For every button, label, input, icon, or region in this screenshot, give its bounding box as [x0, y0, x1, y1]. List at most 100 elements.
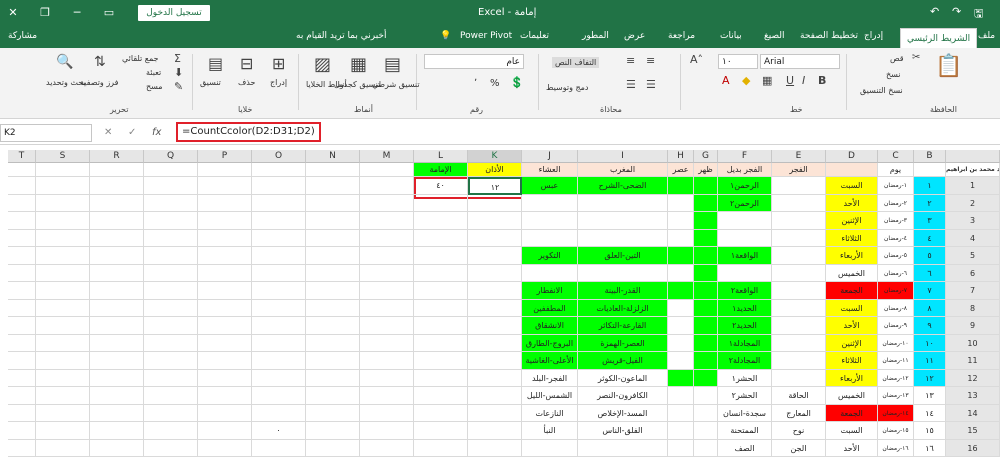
- cell-M10[interactable]: [360, 317, 414, 335]
- cell-J17[interactable]: [522, 440, 578, 457]
- cell-L6[interactable]: [414, 247, 468, 265]
- cell-P13[interactable]: [198, 370, 252, 388]
- column-header-M[interactable]: M: [360, 150, 414, 163]
- cell-K9[interactable]: [468, 300, 522, 318]
- insert-function-icon[interactable]: fx: [152, 127, 161, 138]
- cell-P4[interactable]: [198, 212, 252, 230]
- insert-cells-button[interactable]: إدراج: [270, 78, 287, 87]
- redo-icon[interactable]: ↷: [952, 5, 961, 18]
- cell-M11[interactable]: [360, 335, 414, 353]
- cell-R9[interactable]: [90, 300, 144, 318]
- cell-R15[interactable]: [90, 405, 144, 423]
- cell-P8[interactable]: [198, 282, 252, 300]
- format-cells-icon[interactable]: ▤: [208, 54, 223, 73]
- cell-J4[interactable]: [522, 212, 578, 230]
- cell-G16[interactable]: [694, 422, 718, 440]
- row-header-16[interactable]: 16: [946, 440, 1000, 457]
- cell-F4[interactable]: [718, 212, 772, 230]
- cell-C10[interactable]: ٩-رمضان: [878, 317, 914, 335]
- cell-F3[interactable]: الرحمن٢: [718, 195, 772, 213]
- cell-T2[interactable]: [8, 177, 36, 195]
- column-header-L[interactable]: L: [414, 150, 468, 163]
- cell-S14[interactable]: [36, 387, 90, 405]
- cell-C8[interactable]: ٧-رمضان: [878, 282, 914, 300]
- cell-E7[interactable]: [772, 265, 826, 283]
- cell-H2[interactable]: [668, 177, 694, 195]
- cell-J2[interactable]: عبس: [522, 177, 578, 195]
- cell-H9[interactable]: [668, 300, 694, 318]
- cell-N1[interactable]: [306, 163, 360, 177]
- delete-cells-button[interactable]: حذف: [238, 78, 255, 87]
- cell-P14[interactable]: [198, 387, 252, 405]
- cell-P16[interactable]: [198, 422, 252, 440]
- cell-T9[interactable]: [8, 300, 36, 318]
- cell-P6[interactable]: [198, 247, 252, 265]
- cell-D7[interactable]: الخميس: [826, 265, 878, 283]
- cell-D10[interactable]: الأحد: [826, 317, 878, 335]
- cell-F17[interactable]: الصف: [718, 440, 772, 457]
- restore-window-button[interactable]: ❐: [34, 4, 56, 22]
- cell-M6[interactable]: [360, 247, 414, 265]
- cell-I7[interactable]: [578, 265, 668, 283]
- cell-Q2[interactable]: [144, 177, 198, 195]
- cell-S17[interactable]: [36, 440, 90, 457]
- tab-file[interactable]: ملف: [978, 31, 995, 41]
- cell-C14[interactable]: ١٣-رمضان: [878, 387, 914, 405]
- column-header-P[interactable]: P: [198, 150, 252, 163]
- cut-icon[interactable]: ✂: [912, 52, 920, 63]
- select-all-corner[interactable]: [946, 150, 1000, 163]
- cell-Q15[interactable]: [144, 405, 198, 423]
- cell-C3[interactable]: ٢-رمضان: [878, 195, 914, 213]
- cell-G7[interactable]: [694, 265, 718, 283]
- cell-M9[interactable]: [360, 300, 414, 318]
- cell-F12[interactable]: المجادلة٢: [718, 352, 772, 370]
- column-header-Q[interactable]: Q: [144, 150, 198, 163]
- cell-G12[interactable]: [694, 352, 718, 370]
- cell-L16[interactable]: [414, 422, 468, 440]
- cell-K5[interactable]: [468, 230, 522, 248]
- number-format-select[interactable]: عام: [424, 54, 524, 69]
- accounting-format-icon[interactable]: 💲: [510, 76, 524, 89]
- cell-F7[interactable]: [718, 265, 772, 283]
- cell-T13[interactable]: [8, 370, 36, 388]
- cell-D1[interactable]: [826, 163, 878, 177]
- share-button[interactable]: مشاركة: [8, 31, 37, 41]
- cell-H16[interactable]: [668, 422, 694, 440]
- cell-F6[interactable]: الواقعة١: [718, 247, 772, 265]
- cell-M4[interactable]: [360, 212, 414, 230]
- cell-Q14[interactable]: [144, 387, 198, 405]
- cell-H3[interactable]: [668, 195, 694, 213]
- cell-D12[interactable]: الثلاثاء: [826, 352, 878, 370]
- row-header-5[interactable]: 5: [946, 247, 1000, 265]
- cell-C9[interactable]: ٨-رمضان: [878, 300, 914, 318]
- cell-B7[interactable]: ٦: [914, 265, 946, 283]
- cell-F1[interactable]: الفجر بديل: [718, 163, 772, 177]
- cell-T4[interactable]: [8, 212, 36, 230]
- cell-T15[interactable]: [8, 405, 36, 423]
- cell-K10[interactable]: [468, 317, 522, 335]
- cell-T7[interactable]: [8, 265, 36, 283]
- cell-O2[interactable]: [252, 177, 306, 195]
- cell-F16[interactable]: الممتحنة: [718, 422, 772, 440]
- cell-I11[interactable]: العصر-الهمزة: [578, 335, 668, 353]
- cell-P9[interactable]: [198, 300, 252, 318]
- cell-K13[interactable]: [468, 370, 522, 388]
- cell-K3[interactable]: [468, 195, 522, 213]
- row-header-11[interactable]: 11: [946, 352, 1000, 370]
- cell-O9[interactable]: [252, 300, 306, 318]
- cell-T10[interactable]: [8, 317, 36, 335]
- cell-L12[interactable]: [414, 352, 468, 370]
- cell-B12[interactable]: ١١: [914, 352, 946, 370]
- cell-E8[interactable]: [772, 282, 826, 300]
- cell-N15[interactable]: [306, 405, 360, 423]
- cut-button[interactable]: قص: [890, 54, 904, 63]
- column-header-J[interactable]: J: [522, 150, 578, 163]
- cell-B4[interactable]: ٣: [914, 212, 946, 230]
- cell-N13[interactable]: [306, 370, 360, 388]
- cell-B9[interactable]: ٨: [914, 300, 946, 318]
- cell-J12[interactable]: الأعلى-الغاشية: [522, 352, 578, 370]
- cell-I1[interactable]: المغرب: [578, 163, 668, 177]
- cell-Q1[interactable]: [144, 163, 198, 177]
- cell-Q6[interactable]: [144, 247, 198, 265]
- cell-K2[interactable]: ١٢: [468, 177, 522, 195]
